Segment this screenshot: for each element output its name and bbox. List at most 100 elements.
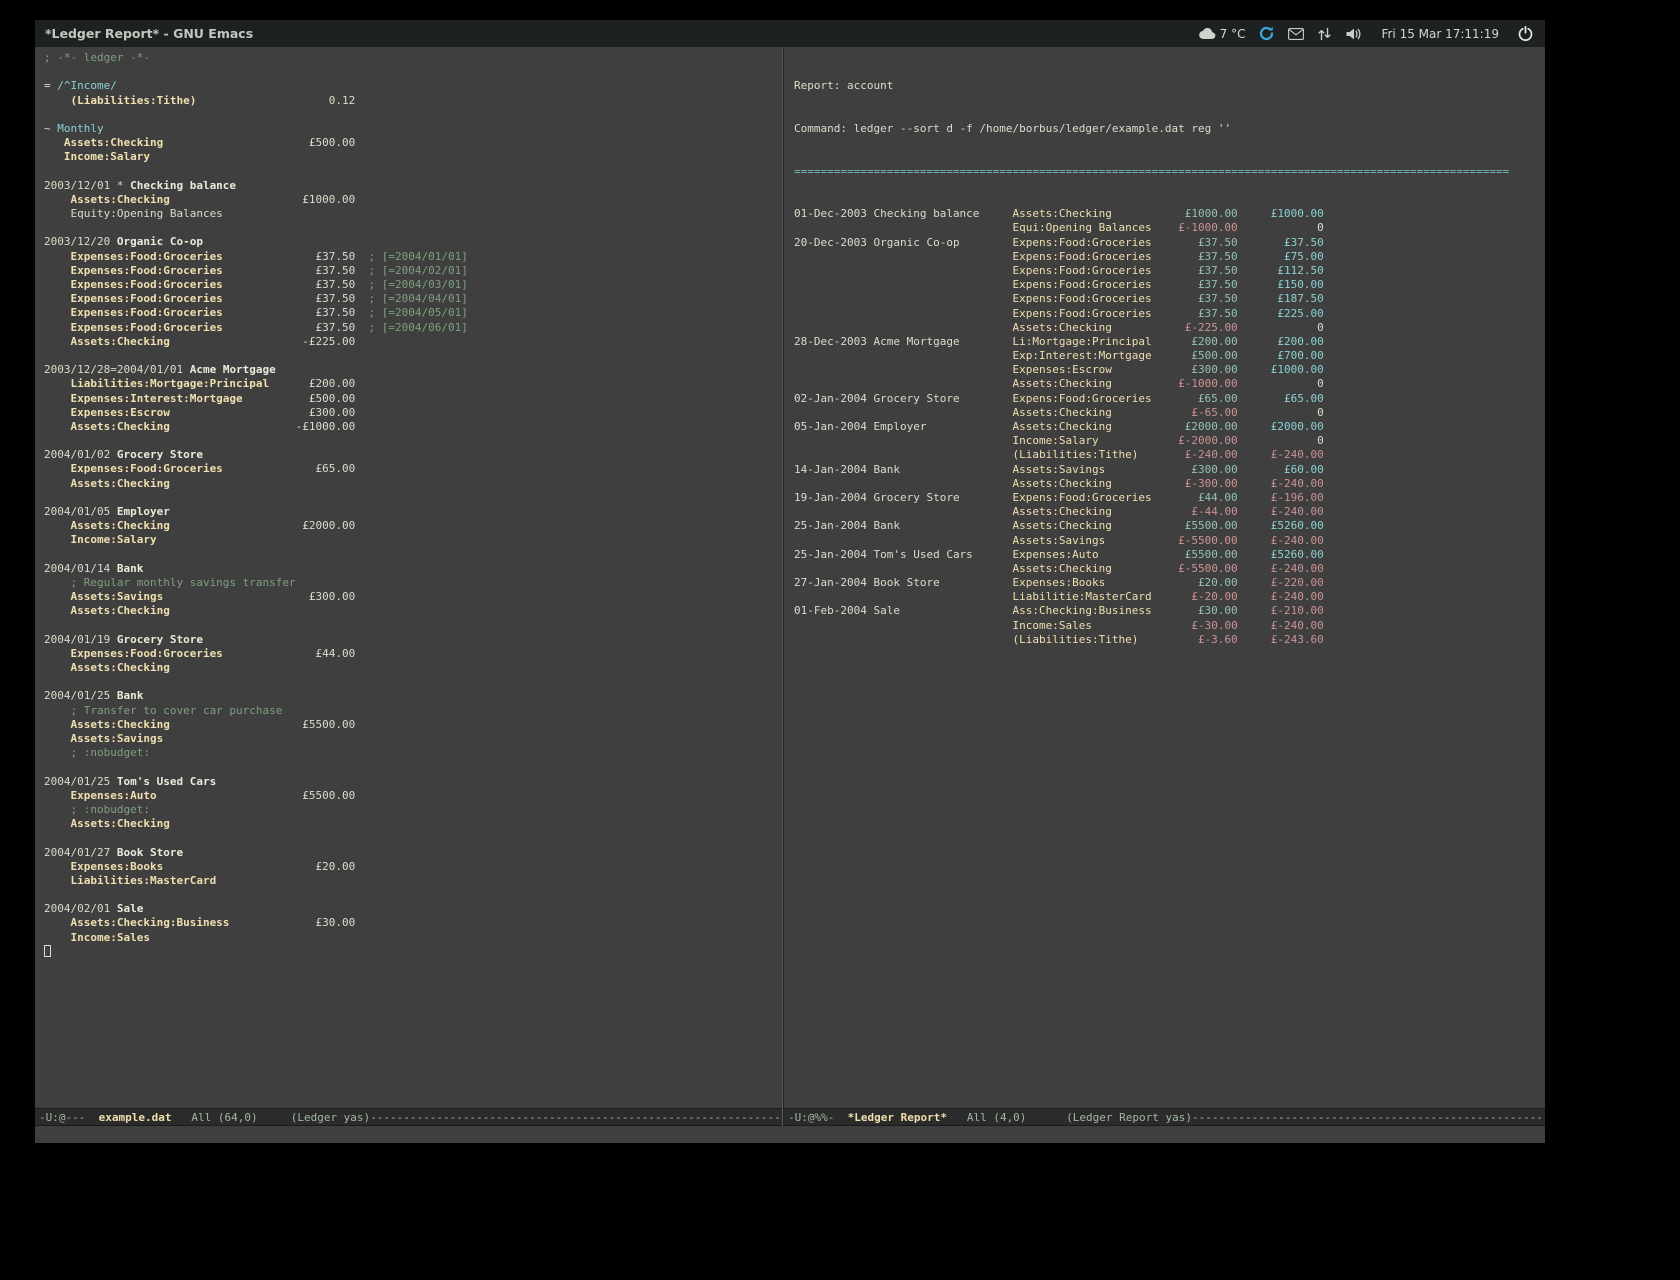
entry-payee	[873, 250, 1012, 264]
network-updown-icon[interactable]	[1317, 27, 1332, 41]
register-row[interactable]: Assets:Checking£-1000.000	[794, 377, 1545, 391]
text-segment: ; Transfer to cover car purchase	[44, 704, 282, 717]
register-row[interactable]: 27-Jan-2004Book StoreExpenses:Books£20.0…	[794, 576, 1545, 590]
text-segment: Grocery Store	[117, 448, 203, 461]
text-segment: (Liabilities:Tithe)	[44, 94, 196, 107]
register-row[interactable]: 05-Jan-2004EmployerAssets:Checking£2000.…	[794, 420, 1545, 434]
register-row[interactable]: (Liabilities:Tithe)£-240.00£-240.00	[794, 448, 1545, 462]
volume-icon[interactable]	[1345, 27, 1362, 41]
text-segment: ; [=2004/01/01]	[355, 250, 468, 263]
source-line	[44, 760, 782, 774]
entry-payee: Acme Mortgage	[873, 335, 1012, 349]
register-row[interactable]: Equi:Opening Balances£-1000.000	[794, 221, 1545, 235]
register-row[interactable]: 01-Dec-2003Checking balanceAssets:Checki…	[794, 207, 1545, 221]
modeline-segment: All (4,0)	[967, 1111, 1027, 1124]
minibuffer[interactable]	[35, 1126, 1545, 1143]
register-row[interactable]: Liabilitie:MasterCard£-20.00£-240.00	[794, 590, 1545, 604]
source-line: Expenses:Interest:Mortgage £500.00	[44, 392, 782, 406]
entry-payee	[873, 534, 1012, 548]
running-total: £-210.00	[1238, 604, 1324, 618]
text-segment: £37.50	[223, 292, 355, 305]
mail-icon[interactable]	[1288, 28, 1304, 40]
entry-date	[794, 363, 873, 377]
register-row[interactable]: 19-Jan-2004Grocery StoreExpens:Food:Groc…	[794, 491, 1545, 505]
running-total: £1000.00	[1238, 207, 1324, 221]
text-segment: Liabilities:MasterCard	[44, 874, 216, 887]
source-line: 2004/02/01 Sale	[44, 902, 782, 916]
register-row[interactable]: Assets:Savings£-5500.00£-240.00	[794, 534, 1545, 548]
text-segment: Expenses:Food:Groceries	[44, 647, 223, 660]
posting-account: Expens:Food:Groceries	[1013, 264, 1159, 278]
register-row[interactable]: Expens:Food:Groceries£37.50£187.50	[794, 292, 1545, 306]
register-row[interactable]: 25-Jan-2004Tom's Used CarsExpenses:Auto£…	[794, 548, 1545, 562]
text-segment: Expenses:Escrow	[44, 406, 170, 419]
register-row[interactable]: 28-Dec-2003Acme MortgageLi:Mortgage:Prin…	[794, 335, 1545, 349]
posting-amount: £30.00	[1158, 604, 1237, 618]
posting-amount: £37.50	[1158, 307, 1237, 321]
register-row[interactable]: Income:Salary£-2000.000	[794, 434, 1545, 448]
register-row[interactable]: Expens:Food:Groceries£37.50£150.00	[794, 278, 1545, 292]
running-total: £65.00	[1238, 392, 1324, 406]
running-total: £-240.00	[1238, 448, 1324, 462]
source-line: Assets:Savings	[44, 732, 782, 746]
text-segment: £300.00	[163, 590, 355, 603]
register-row[interactable]: 14-Jan-2004BankAssets:Savings£300.00£60.…	[794, 463, 1545, 477]
text-segment: Expenses:Food:Groceries	[44, 278, 223, 291]
text-segment: Expenses:Food:Groceries	[44, 250, 223, 263]
text-segment: ; [=2004/03/01]	[355, 278, 468, 291]
register-row[interactable]: 02-Jan-2004Grocery StoreExpens:Food:Groc…	[794, 392, 1545, 406]
register-row[interactable]: Expens:Food:Groceries£37.50£225.00	[794, 307, 1545, 321]
refresh-icon[interactable]	[1258, 25, 1275, 42]
running-total: £2000.00	[1238, 420, 1324, 434]
register-row[interactable]: Income:Sales£-30.00£-240.00	[794, 619, 1545, 633]
source-buffer[interactable]: ; -*- ledger -*-= /^Income/ (Liabilities…	[35, 47, 782, 1108]
running-total: 0	[1238, 221, 1324, 235]
register-row[interactable]: Expenses:Escrow£300.00£1000.00	[794, 363, 1545, 377]
register-row[interactable]: Exp:Interest:Mortgage£500.00£700.00	[794, 349, 1545, 363]
power-icon[interactable]	[1518, 26, 1533, 41]
source-line: Expenses:Escrow £300.00	[44, 406, 782, 420]
register-row[interactable]: 01-Feb-2004SaleAss:Checking:Business£30.…	[794, 604, 1545, 618]
posting-account: Expens:Food:Groceries	[1013, 392, 1159, 406]
text-segment: 2004/01/02	[44, 448, 117, 461]
source-line: Assets:Checking -£1000.00	[44, 420, 782, 434]
register-row[interactable]: Assets:Checking£-225.000	[794, 321, 1545, 335]
weather-widget[interactable]: 7 °C	[1199, 27, 1246, 41]
posting-account: Assets:Checking	[1013, 505, 1159, 519]
text-segment: Checking balance	[130, 179, 236, 192]
source-line: 2003/12/20 Organic Co-op	[44, 235, 782, 249]
text-segment: 2003/12/28=2004/01/01	[44, 363, 190, 376]
register-row[interactable]: Assets:Checking£-65.000	[794, 406, 1545, 420]
register-row[interactable]: Expens:Food:Groceries£37.50£112.50	[794, 264, 1545, 278]
register-row[interactable]: 20-Dec-2003Organic Co-opExpens:Food:Groc…	[794, 236, 1545, 250]
text-segment: £300.00	[170, 406, 355, 419]
entry-payee	[873, 363, 1012, 377]
posting-account: Expenses:Auto	[1013, 548, 1159, 562]
emacs-panes: ; -*- ledger -*-= /^Income/ (Liabilities…	[35, 47, 1545, 1126]
text-segment: ; Regular monthly savings transfer	[44, 576, 296, 589]
register-row[interactable]: Assets:Checking£-5500.00£-240.00	[794, 562, 1545, 576]
entry-date: 25-Jan-2004	[794, 519, 873, 533]
text-segment: £500.00	[243, 392, 356, 405]
entry-date	[794, 307, 873, 321]
register-row[interactable]: Assets:Checking£-44.00£-240.00	[794, 505, 1545, 519]
report-buffer[interactable]: Report: account Command: ledger --sort d…	[784, 47, 1545, 1108]
running-total: £187.50	[1238, 292, 1324, 306]
source-line: Expenses:Food:Groceries £37.50 ; [=2004/…	[44, 264, 782, 278]
posting-amount: £-30.00	[1158, 619, 1237, 633]
register-row[interactable]: (Liabilities:Tithe)£-3.60£-243.60	[794, 633, 1545, 647]
entry-payee: Grocery Store	[873, 392, 1012, 406]
posting-amount: £300.00	[1158, 463, 1237, 477]
register-row[interactable]: 25-Jan-2004BankAssets:Checking£5500.00£5…	[794, 519, 1545, 533]
register-row[interactable]: Expens:Food:Groceries£37.50£75.00	[794, 250, 1545, 264]
text-segment: £44.00	[223, 647, 355, 660]
posting-amount: £-5500.00	[1158, 562, 1237, 576]
running-total: £-240.00	[1238, 477, 1324, 491]
entry-payee	[873, 307, 1012, 321]
entry-payee: Book Store	[873, 576, 1012, 590]
pane-report: Report: account Command: ledger --sort d…	[784, 47, 1545, 1126]
text-segment: Assets:Checking	[44, 193, 170, 206]
modeline-segment	[947, 1111, 967, 1124]
register-row[interactable]: Assets:Checking£-300.00£-240.00	[794, 477, 1545, 491]
entry-payee	[873, 406, 1012, 420]
